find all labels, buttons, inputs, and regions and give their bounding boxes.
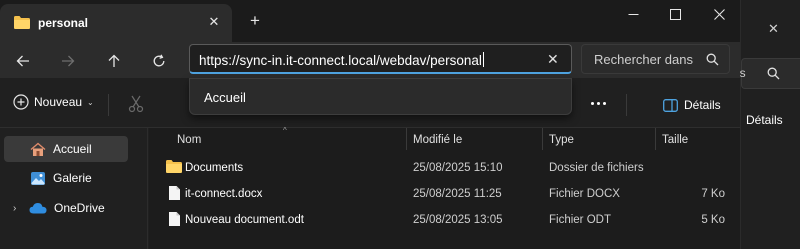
minimize-icon [628,13,638,15]
address-text-container: https://sync-in.it-connect.local/webdav/… [199,52,484,68]
file-type: Dossier de fichiers [549,162,644,174]
toolbar-separator [108,94,109,116]
folder-icon [166,160,182,173]
close-button[interactable] [696,3,742,25]
address-suggestions-dropdown: Accueil [189,78,572,115]
document-icon [169,186,180,200]
folder-icon [14,16,30,29]
file-explorer-window: personal ✕ + https://sync-in.it-connect.… [0,0,740,249]
sidebar-item-label: Accueil [53,142,92,156]
search-placeholder: Rechercher dans [594,52,693,67]
background-window-search-icon[interactable] [767,67,780,80]
file-size: 7 Ko [701,188,725,200]
file-type: Fichier ODT [549,214,611,226]
address-clear-icon[interactable]: ✕ [547,51,559,68]
details-button-label: Détails [684,98,721,112]
refresh-icon [153,54,165,67]
home-icon [30,142,46,156]
cloud-icon [29,203,47,214]
arrow-left-icon [16,55,29,67]
file-type: Fichier DOCX [549,188,620,200]
details-pane-button[interactable]: Détails [663,98,721,112]
file-name: Nouveau document.odt [185,214,304,226]
arrow-up-icon [108,54,120,67]
suggestion-item-accueil[interactable]: Accueil [204,90,246,105]
sort-ascending-icon: ^ [283,126,287,135]
file-name: it-connect.docx [185,188,263,200]
new-button[interactable]: Nouveau ⌄ [13,94,94,110]
column-divider[interactable] [655,128,656,150]
search-box[interactable]: Rechercher dans [581,44,730,74]
forward-button[interactable] [56,50,80,72]
title-bar: personal ✕ + [0,0,740,42]
details-pane-icon [663,98,678,112]
arrow-right-icon [62,55,75,67]
file-name: Documents [185,162,244,174]
new-button-label: Nouveau [34,95,83,109]
up-button[interactable] [102,50,126,72]
chevron-right-icon[interactable]: › [13,203,16,214]
sidebar-item-accueil[interactable]: Accueil [4,136,128,162]
column-header-name[interactable]: Nom [177,134,201,146]
column-divider[interactable] [542,128,543,150]
navigation-pane: Accueil Galerie › OneDrive [0,128,148,249]
refresh-button[interactable] [147,50,171,72]
background-window-close-icon[interactable]: ✕ [768,21,779,37]
table-row[interactable]: Documents 25/08/2025 15:10 Dossier de fi… [149,155,740,181]
sidebar-item-label: Galerie [53,171,92,185]
toolbar-separator-right [626,94,627,116]
column-header-modified[interactable]: Modifié le [413,134,462,146]
gallery-icon [31,171,45,185]
table-row[interactable]: it-connect.docx 25/08/2025 11:25 Fichier… [149,181,740,207]
maximize-button[interactable] [652,3,698,25]
tab-personal[interactable]: personal ✕ [0,4,232,42]
navigation-bar: https://sync-in.it-connect.local/webdav/… [0,42,740,78]
back-button[interactable] [11,50,35,72]
cut-icon[interactable] [128,95,144,113]
file-modified: 25/08/2025 13:05 [413,214,503,226]
sidebar-item-galerie[interactable]: Galerie [4,165,128,191]
text-caret [482,52,484,67]
sidebar-item-label: OneDrive [54,201,105,215]
column-header-type[interactable]: Type [549,134,574,146]
file-list: ^ Nom Modifié le Type Taille Documents 2… [149,126,740,249]
tab-close-icon[interactable]: ✕ [204,12,224,32]
more-options-icon[interactable] [591,102,606,105]
column-divider[interactable] [406,128,407,150]
background-window-details-label[interactable]: Détails [746,113,783,127]
close-icon [713,8,725,20]
address-value: https://sync-in.it-connect.local/webdav/… [199,53,482,68]
file-modified: 25/08/2025 15:10 [413,162,503,174]
new-tab-button[interactable]: + [244,10,266,32]
address-bar[interactable]: https://sync-in.it-connect.local/webdav/… [189,44,572,74]
column-header-size[interactable]: Taille [662,134,688,146]
document-icon [169,212,180,226]
chevron-down-icon: ⌄ [87,97,94,107]
maximize-icon [669,8,681,20]
search-icon[interactable] [706,53,719,66]
file-modified: 25/08/2025 11:25 [413,188,502,200]
file-size: 5 Ko [701,214,725,226]
tab-title: personal [38,16,89,30]
plus-circle-icon [13,94,29,110]
table-row[interactable]: Nouveau document.odt 25/08/2025 13:05 Fi… [149,207,740,233]
sidebar-item-onedrive[interactable]: › OneDrive [4,195,128,221]
minimize-button[interactable] [610,3,656,25]
